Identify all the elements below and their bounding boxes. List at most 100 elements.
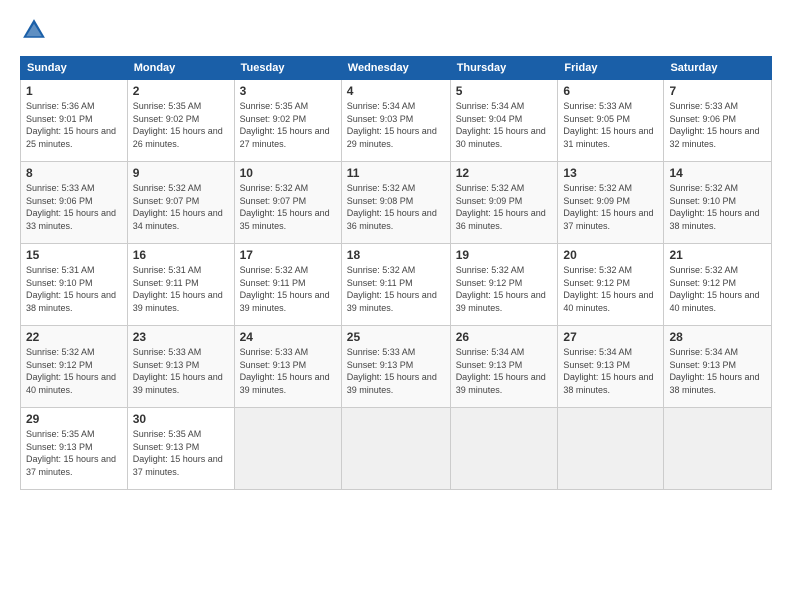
table-row: 7 Sunrise: 5:33 AM Sunset: 9:06 PM Dayli…	[664, 80, 772, 162]
day-info: Sunrise: 5:34 AM Sunset: 9:13 PM Dayligh…	[563, 346, 658, 396]
sunrise: Sunrise: 5:34 AM	[456, 101, 525, 111]
day-info: Sunrise: 5:35 AM Sunset: 9:13 PM Dayligh…	[133, 428, 229, 478]
day-info: Sunrise: 5:33 AM Sunset: 9:06 PM Dayligh…	[669, 100, 766, 150]
day-info: Sunrise: 5:31 AM Sunset: 9:11 PM Dayligh…	[133, 264, 229, 314]
day-info: Sunrise: 5:32 AM Sunset: 9:11 PM Dayligh…	[347, 264, 445, 314]
day-number: 6	[563, 84, 658, 98]
day-number: 3	[240, 84, 336, 98]
day-info: Sunrise: 5:32 AM Sunset: 9:12 PM Dayligh…	[26, 346, 122, 396]
table-row: 3 Sunrise: 5:35 AM Sunset: 9:02 PM Dayli…	[234, 80, 341, 162]
daylight: Daylight: 15 hours and 36 minutes.	[347, 208, 437, 231]
calendar-week-row: 29 Sunrise: 5:35 AM Sunset: 9:13 PM Dayl…	[21, 408, 772, 490]
day-number: 17	[240, 248, 336, 262]
calendar-header-row: Sunday Monday Tuesday Wednesday Thursday…	[21, 57, 772, 80]
col-sunday: Sunday	[21, 57, 128, 80]
sunset: Sunset: 9:04 PM	[456, 114, 523, 124]
day-number: 28	[669, 330, 766, 344]
sunset: Sunset: 9:13 PM	[347, 360, 414, 370]
table-row: 25 Sunrise: 5:33 AM Sunset: 9:13 PM Dayl…	[341, 326, 450, 408]
sunrise: Sunrise: 5:32 AM	[347, 183, 416, 193]
sunrise: Sunrise: 5:33 AM	[669, 101, 738, 111]
day-info: Sunrise: 5:34 AM Sunset: 9:03 PM Dayligh…	[347, 100, 445, 150]
sunrise: Sunrise: 5:33 AM	[133, 347, 202, 357]
day-info: Sunrise: 5:32 AM Sunset: 9:08 PM Dayligh…	[347, 182, 445, 232]
daylight: Daylight: 15 hours and 25 minutes.	[26, 126, 116, 149]
table-row: 10 Sunrise: 5:32 AM Sunset: 9:07 PM Dayl…	[234, 162, 341, 244]
sunrise: Sunrise: 5:32 AM	[456, 265, 525, 275]
daylight: Daylight: 15 hours and 38 minutes.	[563, 372, 653, 395]
day-info: Sunrise: 5:32 AM Sunset: 9:07 PM Dayligh…	[240, 182, 336, 232]
sunset: Sunset: 9:09 PM	[563, 196, 630, 206]
table-row: 21 Sunrise: 5:32 AM Sunset: 9:12 PM Dayl…	[664, 244, 772, 326]
sunrise: Sunrise: 5:32 AM	[26, 347, 95, 357]
sunset: Sunset: 9:13 PM	[456, 360, 523, 370]
sunrise: Sunrise: 5:34 AM	[456, 347, 525, 357]
sunset: Sunset: 9:08 PM	[347, 196, 414, 206]
sunrise: Sunrise: 5:35 AM	[240, 101, 309, 111]
calendar-week-row: 22 Sunrise: 5:32 AM Sunset: 9:12 PM Dayl…	[21, 326, 772, 408]
sunrise: Sunrise: 5:32 AM	[563, 265, 632, 275]
daylight: Daylight: 15 hours and 35 minutes.	[240, 208, 330, 231]
daylight: Daylight: 15 hours and 39 minutes.	[347, 372, 437, 395]
sunset: Sunset: 9:13 PM	[563, 360, 630, 370]
day-number: 11	[347, 166, 445, 180]
sunset: Sunset: 9:01 PM	[26, 114, 93, 124]
sunrise: Sunrise: 5:33 AM	[26, 183, 95, 193]
sunset: Sunset: 9:03 PM	[347, 114, 414, 124]
table-row: 4 Sunrise: 5:34 AM Sunset: 9:03 PM Dayli…	[341, 80, 450, 162]
daylight: Daylight: 15 hours and 32 minutes.	[669, 126, 759, 149]
sunset: Sunset: 9:12 PM	[563, 278, 630, 288]
col-thursday: Thursday	[450, 57, 558, 80]
sunrise: Sunrise: 5:32 AM	[456, 183, 525, 193]
daylight: Daylight: 15 hours and 39 minutes.	[240, 372, 330, 395]
daylight: Daylight: 15 hours and 40 minutes.	[563, 290, 653, 313]
day-info: Sunrise: 5:33 AM Sunset: 9:05 PM Dayligh…	[563, 100, 658, 150]
sunrise: Sunrise: 5:34 AM	[669, 347, 738, 357]
sunset: Sunset: 9:13 PM	[26, 442, 93, 452]
sunset: Sunset: 9:13 PM	[133, 360, 200, 370]
daylight: Daylight: 15 hours and 38 minutes.	[669, 372, 759, 395]
col-saturday: Saturday	[664, 57, 772, 80]
day-number: 2	[133, 84, 229, 98]
sunrise: Sunrise: 5:32 AM	[347, 265, 416, 275]
calendar-week-row: 1 Sunrise: 5:36 AM Sunset: 9:01 PM Dayli…	[21, 80, 772, 162]
sunset: Sunset: 9:10 PM	[669, 196, 736, 206]
sunset: Sunset: 9:11 PM	[133, 278, 199, 288]
day-number: 16	[133, 248, 229, 262]
day-number: 29	[26, 412, 122, 426]
daylight: Daylight: 15 hours and 26 minutes.	[133, 126, 223, 149]
day-number: 1	[26, 84, 122, 98]
sunset: Sunset: 9:13 PM	[240, 360, 307, 370]
day-number: 8	[26, 166, 122, 180]
sunset: Sunset: 9:13 PM	[133, 442, 200, 452]
sunrise: Sunrise: 5:32 AM	[240, 265, 309, 275]
calendar-week-row: 15 Sunrise: 5:31 AM Sunset: 9:10 PM Dayl…	[21, 244, 772, 326]
logo-icon	[20, 16, 48, 44]
daylight: Daylight: 15 hours and 30 minutes.	[456, 126, 546, 149]
daylight: Daylight: 15 hours and 39 minutes.	[240, 290, 330, 313]
day-number: 25	[347, 330, 445, 344]
calendar: Sunday Monday Tuesday Wednesday Thursday…	[20, 56, 772, 490]
day-number: 4	[347, 84, 445, 98]
table-row: 12 Sunrise: 5:32 AM Sunset: 9:09 PM Dayl…	[450, 162, 558, 244]
day-info: Sunrise: 5:32 AM Sunset: 9:10 PM Dayligh…	[669, 182, 766, 232]
day-info: Sunrise: 5:32 AM Sunset: 9:09 PM Dayligh…	[563, 182, 658, 232]
day-info: Sunrise: 5:35 AM Sunset: 9:13 PM Dayligh…	[26, 428, 122, 478]
daylight: Daylight: 15 hours and 40 minutes.	[26, 372, 116, 395]
day-number: 15	[26, 248, 122, 262]
day-number: 5	[456, 84, 553, 98]
sunset: Sunset: 9:12 PM	[26, 360, 93, 370]
sunrise: Sunrise: 5:34 AM	[347, 101, 416, 111]
day-info: Sunrise: 5:32 AM Sunset: 9:11 PM Dayligh…	[240, 264, 336, 314]
day-info: Sunrise: 5:34 AM Sunset: 9:04 PM Dayligh…	[456, 100, 553, 150]
day-info: Sunrise: 5:35 AM Sunset: 9:02 PM Dayligh…	[133, 100, 229, 150]
day-info: Sunrise: 5:34 AM Sunset: 9:13 PM Dayligh…	[456, 346, 553, 396]
sunrise: Sunrise: 5:31 AM	[26, 265, 95, 275]
day-number: 21	[669, 248, 766, 262]
sunrise: Sunrise: 5:32 AM	[669, 265, 738, 275]
col-wednesday: Wednesday	[341, 57, 450, 80]
daylight: Daylight: 15 hours and 29 minutes.	[347, 126, 437, 149]
col-friday: Friday	[558, 57, 664, 80]
daylight: Daylight: 15 hours and 34 minutes.	[133, 208, 223, 231]
table-row	[234, 408, 341, 490]
